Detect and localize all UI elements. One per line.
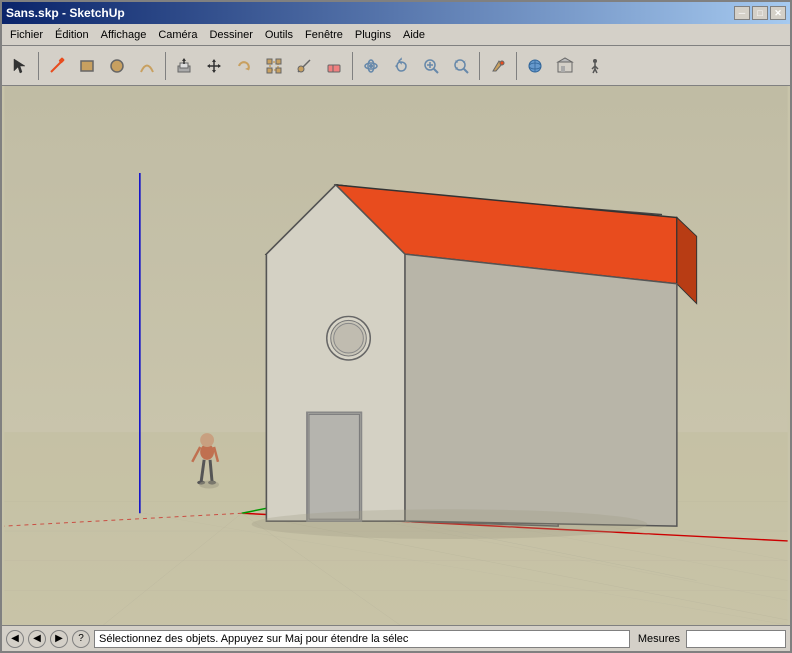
viewport[interactable] xyxy=(2,86,790,625)
status-play-button[interactable]: ▶ xyxy=(50,630,68,648)
walkthrough-tool-button[interactable] xyxy=(581,52,609,80)
rotate-tool-button[interactable] xyxy=(230,52,258,80)
paint-tool-button[interactable] xyxy=(484,52,512,80)
circle-tool-button[interactable] xyxy=(103,52,131,80)
title-bar: Sans.skp - SketchUp ─ □ ✕ xyxy=(2,2,790,24)
toolbar-separator-3 xyxy=(352,52,353,80)
sketchup-scene[interactable] xyxy=(2,86,790,625)
status-prev-button[interactable]: ◀ xyxy=(6,630,24,648)
menu-aide[interactable]: Aide xyxy=(397,27,431,43)
window-title: Sans.skp - SketchUp xyxy=(6,6,125,20)
zoom-tool-button[interactable] xyxy=(417,52,445,80)
maximize-button[interactable]: □ xyxy=(752,6,768,20)
application-window: Sans.skp - SketchUp ─ □ ✕ Fichier Éditio… xyxy=(0,0,792,653)
menu-bar: Fichier Édition Affichage Caméra Dessine… xyxy=(2,24,790,46)
toolbar-separator-5 xyxy=(516,52,517,80)
tape-tool-button[interactable] xyxy=(290,52,318,80)
line-tool-button[interactable] xyxy=(43,52,71,80)
toolbar-separator-2 xyxy=(165,52,166,80)
status-next-button[interactable]: ◀ xyxy=(28,630,46,648)
push-pull-tool-button[interactable] xyxy=(170,52,198,80)
menu-camera[interactable]: Caméra xyxy=(152,27,203,43)
menu-outils[interactable]: Outils xyxy=(259,27,299,43)
scale-tool-button[interactable] xyxy=(260,52,288,80)
toolbar xyxy=(2,46,790,86)
toolbar-separator-1 xyxy=(38,52,39,80)
menu-dessiner[interactable]: Dessiner xyxy=(203,27,258,43)
measures-input[interactable] xyxy=(686,630,786,648)
pan-tool-button[interactable] xyxy=(387,52,415,80)
orbit-tool-button[interactable] xyxy=(357,52,385,80)
menu-plugins[interactable]: Plugins xyxy=(349,27,397,43)
component-tool-button[interactable] xyxy=(551,52,579,80)
select-tool-button[interactable] xyxy=(6,52,34,80)
geo-tool-button[interactable] xyxy=(521,52,549,80)
measures-box: Mesures xyxy=(634,630,786,648)
measures-label: Mesures xyxy=(634,633,684,645)
toolbar-separator-4 xyxy=(479,52,480,80)
rect-tool-button[interactable] xyxy=(73,52,101,80)
move-tool-button[interactable] xyxy=(200,52,228,80)
status-message: Sélectionnez des objets. Appuyez sur Maj… xyxy=(94,630,630,648)
status-bar: ◀ ◀ ▶ ? Sélectionnez des objets. Appuyez… xyxy=(2,625,790,651)
zoom-extents-button[interactable] xyxy=(447,52,475,80)
menu-fenetre[interactable]: Fenêtre xyxy=(299,27,349,43)
arc-tool-button[interactable] xyxy=(133,52,161,80)
status-help-button[interactable]: ? xyxy=(72,630,90,648)
minimize-button[interactable]: ─ xyxy=(734,6,750,20)
eraser-tool-button[interactable] xyxy=(320,52,348,80)
close-button[interactable]: ✕ xyxy=(770,6,786,20)
menu-fichier[interactable]: Fichier xyxy=(4,27,49,43)
menu-affichage[interactable]: Affichage xyxy=(95,27,153,43)
menu-edition[interactable]: Édition xyxy=(49,27,95,43)
title-bar-controls: ─ □ ✕ xyxy=(734,6,786,20)
